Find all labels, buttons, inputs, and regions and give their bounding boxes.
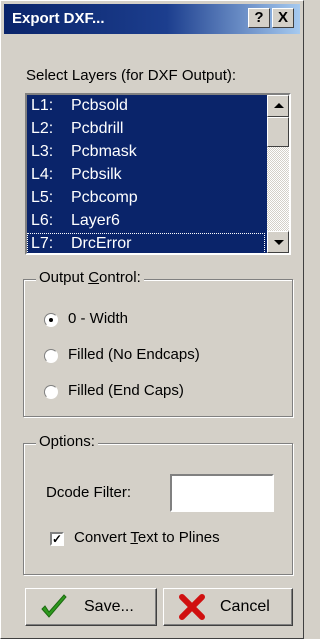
radio-filled-end-caps-label[interactable]: Filled (End Caps) <box>68 382 184 399</box>
layer-item[interactable]: L4: Pcbsilk <box>27 164 265 187</box>
layer-item[interactable]: L3: Pcbmask <box>27 141 265 164</box>
layer-name: Pcbsold <box>71 97 128 114</box>
arrow-up-icon <box>274 103 284 108</box>
window-title: Export DXF... <box>12 10 105 27</box>
radio-filled-end-caps[interactable] <box>44 385 58 399</box>
arrow-down-icon <box>274 240 284 245</box>
radio-0-width[interactable] <box>44 313 58 327</box>
layer-code: L1: <box>31 97 54 114</box>
radio-filled-no-endcaps-label[interactable]: Filled (No Endcaps) <box>68 346 200 363</box>
layers-scrollbar[interactable] <box>267 95 289 253</box>
title-bar[interactable]: Export DXF... ? X <box>4 4 300 34</box>
convert-text-checkbox[interactable]: ✓ <box>50 532 64 546</box>
radio-filled-no-endcaps[interactable] <box>44 349 58 363</box>
scroll-thumb[interactable] <box>267 117 289 147</box>
radio-0-width-label[interactable]: 0 - Width <box>68 310 128 327</box>
output-control-group: Output Control: 0 - Width Filled (No End… <box>23 269 293 417</box>
scroll-down-button[interactable] <box>267 231 289 253</box>
cancel-button-label: Cancel <box>220 598 270 615</box>
layer-code: L7: <box>31 235 54 252</box>
scroll-up-button[interactable] <box>267 95 289 117</box>
dcode-filter-label: Dcode Filter: <box>46 484 132 501</box>
layer-item[interactable]: L1: Pcbsold <box>27 95 265 118</box>
layer-name: Layer6 <box>71 212 120 229</box>
layers-list: L1: Pcbsold L2: Pcbdrill L3: Pcbmask L4: Pcbsil… <box>27 95 265 253</box>
layer-item[interactable]: L2: Pcbdrill <box>27 118 265 141</box>
help-button[interactable]: ? <box>248 8 270 28</box>
save-button[interactable]: Save... <box>25 588 157 626</box>
layer-item[interactable]: L6: Layer6 <box>27 210 265 233</box>
options-legend: Options: <box>36 433 98 450</box>
dcode-filter-input[interactable] <box>170 474 274 512</box>
layer-item[interactable]: L7: DrcError <box>27 233 265 253</box>
layer-item[interactable]: L5: Pcbcomp <box>27 187 265 210</box>
layer-name: DrcError <box>71 235 132 252</box>
options-group: Options: Dcode Filter: ✓ Convert Text to… <box>23 433 293 575</box>
checkmark-icon <box>41 594 67 618</box>
output-control-legend: Output Control: <box>36 269 144 286</box>
layer-code: L3: <box>31 143 54 160</box>
export-dxf-dialog: Export DXF... ? X Select Layers (for DXF… <box>0 0 304 639</box>
layer-name: Pcbsilk <box>71 166 122 183</box>
save-button-label: Save... <box>84 598 134 615</box>
layer-code: L4: <box>31 166 54 183</box>
cancel-button[interactable]: Cancel <box>163 588 293 626</box>
close-button[interactable]: X <box>272 8 294 28</box>
layer-code: L6: <box>31 212 54 229</box>
layer-code: L2: <box>31 120 54 137</box>
convert-text-label[interactable]: Convert Text to Plines <box>74 529 220 546</box>
radio-selected-dot <box>49 318 53 322</box>
layer-name: Pcbcomp <box>71 189 138 206</box>
layer-name: Pcbmask <box>71 143 137 160</box>
select-layers-label: Select Layers (for DXF Output): <box>26 67 237 84</box>
layers-listbox[interactable]: L1: Pcbsold L2: Pcbdrill L3: Pcbmask L4: Pcbsil… <box>25 93 291 255</box>
layer-name: Pcbdrill <box>71 120 124 137</box>
layer-code: L5: <box>31 189 54 206</box>
red-x-icon <box>179 594 205 620</box>
